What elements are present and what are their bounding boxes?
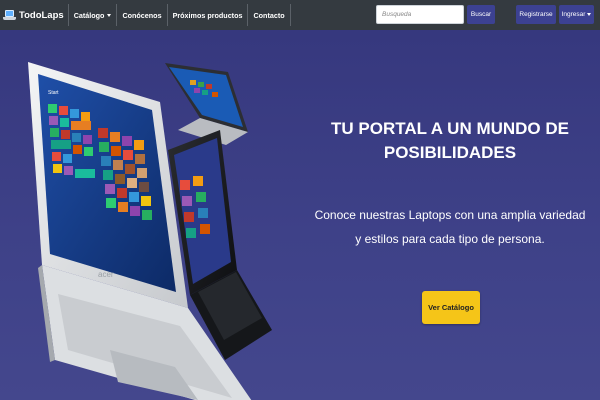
laptops-hero-image: Start acer	[28, 62, 272, 400]
hero-subtitle: Conoce nuestras Laptops con una amplia v…	[300, 203, 600, 251]
hero-section: Start acer TU PORTAL A UN MUNDO DE POSIB…	[0, 30, 600, 400]
nav-item-catalog[interactable]: Catálogo	[69, 0, 117, 30]
hero-title-line: TU PORTAL A UN MUNDO DE	[331, 119, 569, 138]
search-input[interactable]	[376, 5, 464, 24]
brand-name: TodoLaps	[19, 9, 64, 21]
caret-down-icon	[107, 13, 112, 17]
login-label: Ingresar	[561, 11, 586, 18]
nav-upcoming-label: Próximos productos	[172, 10, 243, 20]
hero-subtitle-line: Conoce nuestras Laptops con una amplia v…	[314, 208, 586, 222]
search-button[interactable]: Buscar	[467, 5, 495, 24]
caret-down-icon	[587, 13, 592, 16]
laptop-icon	[3, 9, 16, 21]
hero-title: TU PORTAL A UN MUNDO DE POSIBILIDADES	[310, 117, 590, 165]
nav-item-contact[interactable]: Contacto	[248, 0, 289, 30]
small-laptop	[165, 63, 248, 145]
nav-item-about[interactable]: Conócenos	[117, 0, 166, 30]
nav-about-label: Conócenos	[122, 10, 162, 20]
brand-link[interactable]: TodoLaps	[0, 0, 68, 30]
nav-contact-label: Contacto	[253, 10, 285, 20]
nav-item-upcoming[interactable]: Próximos productos	[168, 0, 248, 30]
register-button[interactable]: Registrarse	[516, 5, 556, 24]
nav-catalog-label: Catálogo	[73, 10, 105, 20]
svg-text:Start: Start	[48, 90, 59, 96]
hero-title-line: POSIBILIDADES	[383, 143, 517, 162]
view-catalog-button[interactable]: Ver Catálogo	[422, 291, 480, 324]
top-navbar: TodoLaps Catálogo Conócenos Próximos pro…	[0, 0, 600, 30]
laptop-brand-text: acer	[98, 270, 114, 279]
login-dropdown-button[interactable]: Ingresar	[559, 5, 594, 24]
nav-divider	[289, 4, 291, 26]
hero-subtitle-line: y estilos para cada tipo de persona.	[355, 232, 545, 246]
